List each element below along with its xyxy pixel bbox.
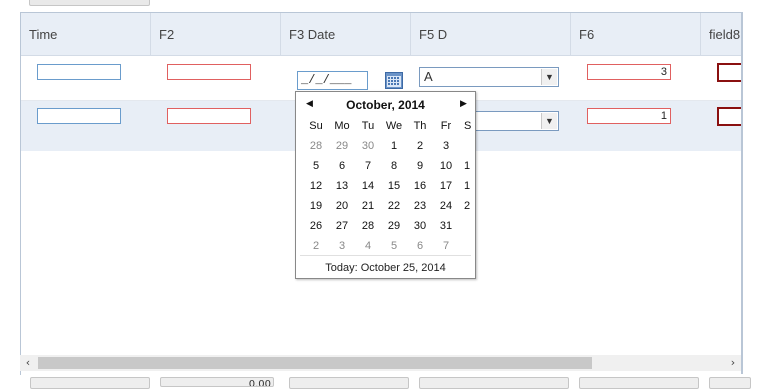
calendar-day[interactable]: 24 xyxy=(433,200,459,212)
calendar-day[interactable]: 23 xyxy=(407,200,433,212)
triangle-right-icon[interactable]: ▶ xyxy=(460,98,467,109)
calendar-day[interactable]: 30 xyxy=(407,220,433,232)
chevron-down-icon[interactable]: ▼ xyxy=(541,69,557,85)
calendar-day[interactable]: 7 xyxy=(355,160,381,172)
f6-input[interactable]: 3 xyxy=(587,64,671,80)
calendar-day[interactable]: 9 xyxy=(407,160,433,172)
calendar-day[interactable]: 14 xyxy=(355,180,381,192)
arrow-left-icon[interactable]: ‹ xyxy=(20,355,36,371)
time-input[interactable] xyxy=(37,64,121,80)
date-picker-popup: ◀ October, 2014 ▶ Today: October 25, 201… xyxy=(295,91,476,279)
calendar-day[interactable]: 2 xyxy=(303,240,329,252)
weekday-label: Tu xyxy=(361,120,375,132)
calendar-day[interactable]: 28 xyxy=(303,140,329,152)
column-header-field8[interactable]: field8 xyxy=(701,13,742,55)
calendar-day[interactable]: 8 xyxy=(381,160,407,172)
column-header-f6[interactable]: F6 xyxy=(571,13,701,55)
calendar-day[interactable]: 17 xyxy=(433,180,459,192)
scrollbar-thumb[interactable] xyxy=(38,357,592,369)
calendar-day[interactable]: 6 xyxy=(407,240,433,252)
arrow-right-icon[interactable]: › xyxy=(725,355,741,371)
footer-cell xyxy=(289,377,409,389)
footer-cell xyxy=(30,377,150,389)
calendar-day[interactable]: 1 xyxy=(381,140,407,152)
f2-input[interactable] xyxy=(167,64,251,80)
time-input[interactable] xyxy=(37,108,121,124)
calendar-day[interactable]: 16 xyxy=(407,180,433,192)
calendar-day[interactable]: 3 xyxy=(329,240,355,252)
calendar-day[interactable]: 1 xyxy=(464,180,472,192)
footer-cell xyxy=(709,377,751,389)
column-header-f2[interactable]: F2 xyxy=(151,13,281,55)
f6-input[interactable]: 1 xyxy=(587,108,671,124)
calendar-day[interactable]: 20 xyxy=(329,200,355,212)
calendar-day[interactable]: 13 xyxy=(329,180,355,192)
f3-date-input[interactable]: _/_/___ xyxy=(297,71,368,90)
today-link[interactable]: Today: October 25, 2014 xyxy=(296,262,475,274)
grid-header: Time F2 F3 Date F5 D F6 field8 xyxy=(21,13,742,56)
calendar-icon[interactable] xyxy=(385,72,403,89)
f5-select[interactable]: A ▼ xyxy=(419,67,559,87)
calendar-day[interactable]: 30 xyxy=(355,140,381,152)
calendar-day[interactable]: 15 xyxy=(381,180,407,192)
calendar-day[interactable]: 10 xyxy=(433,160,459,172)
weekday-label: We xyxy=(385,120,403,132)
weekday-label: Th xyxy=(413,120,427,132)
weekday-label: S xyxy=(464,120,472,132)
footer-cell xyxy=(579,377,699,389)
calendar-day[interactable]: 4 xyxy=(355,240,381,252)
column-header-f3-date[interactable]: F3 Date xyxy=(281,13,411,55)
calendar-day[interactable]: 7 xyxy=(433,240,459,252)
calendar-day[interactable]: 22 xyxy=(381,200,407,212)
calendar-day[interactable]: 29 xyxy=(329,140,355,152)
field8-input[interactable] xyxy=(717,63,742,82)
calendar-month-title: October, 2014 xyxy=(346,98,425,112)
top-button[interactable] xyxy=(29,0,150,6)
calendar-day[interactable]: 6 xyxy=(329,160,355,172)
calendar-day[interactable]: 27 xyxy=(329,220,355,232)
weekday-label: Su xyxy=(309,120,323,132)
weekday-label: Mo xyxy=(334,120,350,132)
column-header-f5-d[interactable]: F5 D xyxy=(411,13,571,55)
grid-border xyxy=(741,12,743,374)
divider xyxy=(300,255,471,256)
calendar-day[interactable]: 5 xyxy=(303,160,329,172)
field8-input[interactable] xyxy=(717,107,742,126)
calendar-day[interactable]: 29 xyxy=(381,220,407,232)
f5-select-value: A xyxy=(424,69,433,84)
f2-input[interactable] xyxy=(167,108,251,124)
calendar-day[interactable]: 2 xyxy=(464,200,472,212)
horizontal-scrollbar[interactable]: ‹ › xyxy=(20,355,741,371)
calendar-day[interactable]: 1 xyxy=(464,160,472,172)
chevron-down-icon[interactable]: ▼ xyxy=(541,113,557,129)
calendar-day[interactable]: 26 xyxy=(303,220,329,232)
calendar-day[interactable]: 5 xyxy=(381,240,407,252)
footer-cell xyxy=(419,377,569,389)
weekday-label: Fr xyxy=(440,120,452,132)
calendar-day[interactable]: 28 xyxy=(355,220,381,232)
calendar-day[interactable]: 19 xyxy=(303,200,329,212)
calendar-day[interactable]: 12 xyxy=(303,180,329,192)
footer-total: 0.00 xyxy=(160,377,274,387)
calendar-day[interactable]: 31 xyxy=(433,220,459,232)
calendar-day[interactable]: 3 xyxy=(433,140,459,152)
calendar-day[interactable]: 2 xyxy=(407,140,433,152)
calendar-day[interactable]: 21 xyxy=(355,200,381,212)
column-header-time[interactable]: Time xyxy=(21,13,151,55)
